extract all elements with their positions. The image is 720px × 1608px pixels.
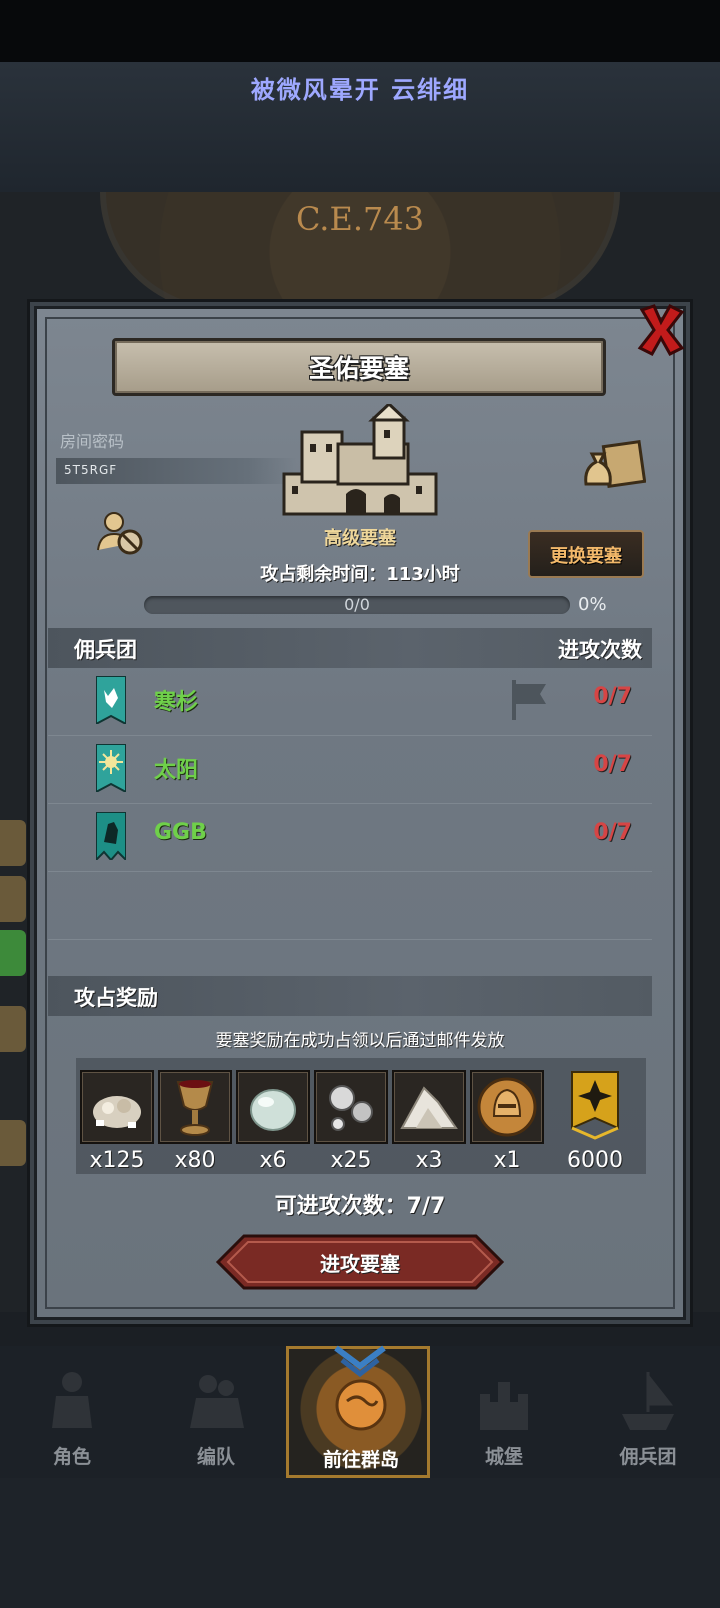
- reward-qty: x6: [259, 1148, 287, 1173]
- reward-qty: x125: [89, 1148, 145, 1173]
- silver-pearls-icon: [329, 1085, 373, 1131]
- nav-label: 城堡: [484, 1446, 523, 1468]
- fortress-grade: 高级要塞: [324, 528, 396, 549]
- dialog-title: 圣佑要塞: [308, 354, 409, 383]
- close-icon: [637, 304, 685, 356]
- nav-label: 前往群岛: [322, 1449, 399, 1471]
- team-icon: [190, 1375, 244, 1428]
- flag-icon: [512, 680, 546, 720]
- beast-banner-icon: [96, 812, 126, 860]
- mercenary-attack-count: 0/7: [593, 820, 632, 845]
- ship-icon: [622, 1371, 674, 1430]
- attack-fortress-label: 进攻要塞: [320, 1252, 400, 1276]
- moonstone-icon: [250, 1089, 296, 1131]
- rail-tab-5[interactable]: [0, 1120, 26, 1166]
- reward-item[interactable]: [80, 1070, 154, 1144]
- reward-item[interactable]: [236, 1070, 310, 1144]
- reward-qty: x25: [330, 1148, 372, 1173]
- fortress-icon: [282, 404, 438, 516]
- supply-sack-icon[interactable]: [582, 440, 646, 490]
- reward-note: 要塞奖励在成功占领以后通过邮件发放: [215, 1031, 505, 1051]
- chevron-down-icon: [334, 1345, 386, 1378]
- attacks-remaining: 可进攻次数：7/7: [274, 1194, 446, 1219]
- honor-medal-icon[interactable]: [570, 1070, 620, 1140]
- bottom-safe-area: [0, 1478, 720, 1608]
- rail-tab-1[interactable]: [0, 820, 26, 866]
- time-remaining: 攻占剩余时间：113小时: [260, 564, 460, 585]
- reward-item[interactable]: [470, 1070, 544, 1144]
- nav-label: 角色: [52, 1446, 91, 1468]
- capture-progress-text: 0/0: [344, 595, 370, 614]
- mercenary-name: 太阳: [154, 758, 199, 783]
- mercenary-section-title: 佣兵团: [74, 638, 137, 662]
- mercenary-row[interactable]: 寒杉 0/7: [48, 668, 652, 736]
- mercenary-attack-count: 0/7: [593, 684, 632, 709]
- reward-qty: x80: [174, 1148, 216, 1173]
- mercenary-row[interactable]: 太阳 0/7: [48, 736, 652, 804]
- banner-title: 被微风晕开 云绯细: [250, 75, 470, 104]
- mercenary-attack-count: 0/7: [593, 752, 632, 777]
- mercenary-row[interactable]: GGB 0/7: [48, 804, 652, 872]
- empty-mercenary-row: [48, 872, 652, 940]
- reward-qty: x3: [415, 1148, 443, 1173]
- reward-qty: 6000: [567, 1148, 623, 1173]
- goblet-icon: [176, 1080, 214, 1136]
- rail-tab-4[interactable]: [0, 1006, 26, 1052]
- knight-icon: [52, 1372, 92, 1428]
- mercenary-name: GGB: [154, 820, 207, 845]
- attack-count-header: 进攻次数: [558, 638, 642, 662]
- rail-tab-2[interactable]: [0, 876, 26, 922]
- room-password-label: 房间密码: [60, 432, 125, 451]
- close-button[interactable]: [636, 302, 686, 358]
- helmet-coin-icon: [477, 1077, 537, 1137]
- wolf-banner-icon: [96, 676, 126, 724]
- nav-label: 编队: [196, 1446, 235, 1468]
- nav-tab-castle[interactable]: 城堡: [432, 1346, 576, 1478]
- compass-globe-icon: [335, 1379, 387, 1431]
- year-label: C.E.743: [295, 200, 425, 238]
- mercenary-name: 寒杉: [154, 690, 199, 715]
- rail-tab-3[interactable]: [0, 930, 26, 976]
- nav-tab-mercenary[interactable]: 佣兵团: [576, 1346, 720, 1478]
- capture-progress-percent: 0%: [578, 594, 607, 615]
- castle-icon: [480, 1382, 528, 1430]
- reward-section-title: 攻占奖励: [74, 986, 158, 1010]
- sun-banner-icon: [96, 744, 126, 792]
- nav-tab-formation[interactable]: 编队: [144, 1346, 288, 1478]
- salt-pile-icon: [400, 1086, 458, 1129]
- left-side-rail: [0, 820, 28, 1280]
- room-code-value[interactable]: 5T5RGF: [64, 463, 117, 477]
- nav-label: 佣兵团: [619, 1446, 677, 1468]
- ore-pile-icon: [93, 1096, 141, 1128]
- reward-item[interactable]: [158, 1070, 232, 1144]
- reward-qty: x1: [493, 1148, 521, 1173]
- change-fortress-label: 更换要塞: [550, 546, 622, 567]
- reward-item[interactable]: [314, 1070, 388, 1144]
- status-bar: [0, 0, 720, 62]
- nav-tab-character[interactable]: 角色: [0, 1346, 144, 1478]
- block-user-icon[interactable]: [96, 510, 144, 556]
- reward-item[interactable]: [392, 1070, 466, 1144]
